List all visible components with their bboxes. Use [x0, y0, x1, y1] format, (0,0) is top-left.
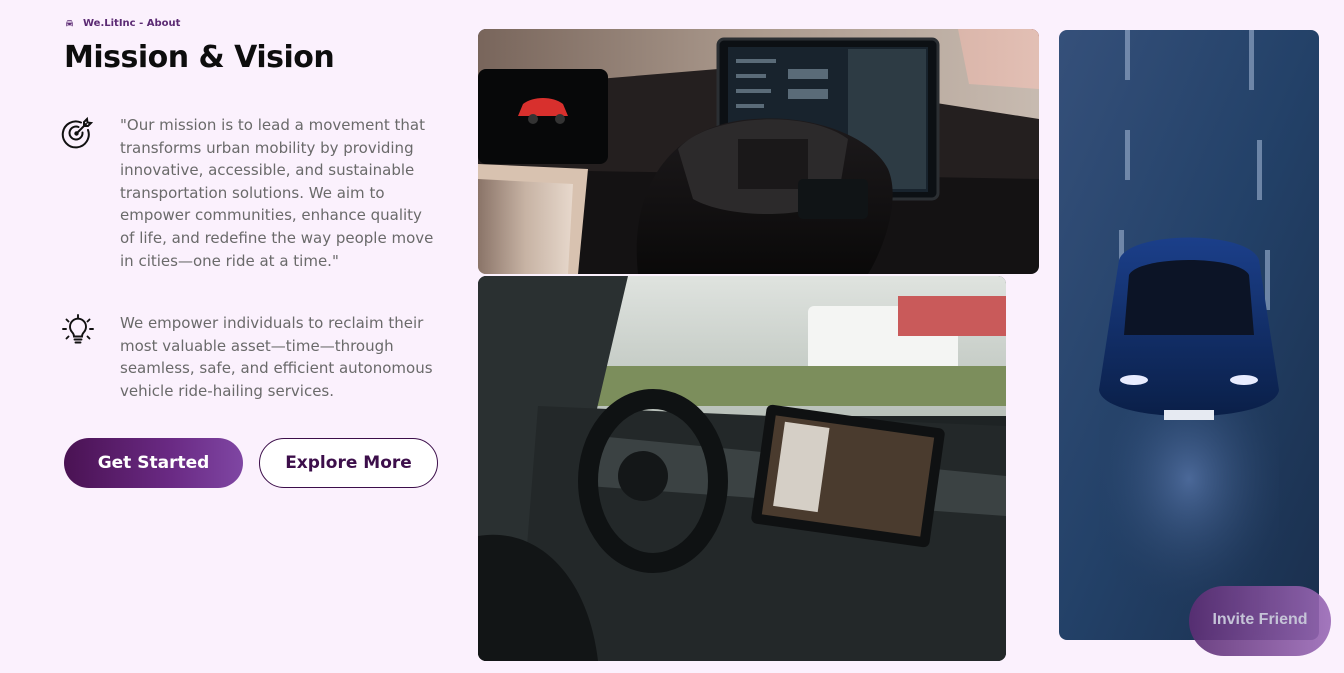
breadcrumb: We.LitInc - About — [64, 18, 180, 29]
breadcrumb-text[interactable]: We.LitInc - About — [83, 18, 180, 29]
vision-text: We empower individuals to reclaim their … — [120, 314, 433, 400]
page-title: Mission & Vision — [64, 40, 335, 75]
tesla-road-photo — [1059, 30, 1319, 640]
explore-more-button[interactable]: Explore More — [259, 438, 438, 488]
invite-friend-label: Invite Friend — [1212, 611, 1308, 628]
tesla-interior-photo — [478, 276, 1006, 661]
car-icon — [66, 20, 73, 27]
target-icon — [61, 116, 94, 149]
invite-friend-button[interactable]: Invite Friend — [1189, 586, 1331, 656]
mission-text: "Our mission is to lead a movement that … — [120, 116, 434, 270]
tesla-cockpit-photo — [478, 29, 1039, 274]
get-started-button[interactable]: Get Started — [64, 438, 243, 488]
lightbulb-icon — [62, 314, 94, 344]
